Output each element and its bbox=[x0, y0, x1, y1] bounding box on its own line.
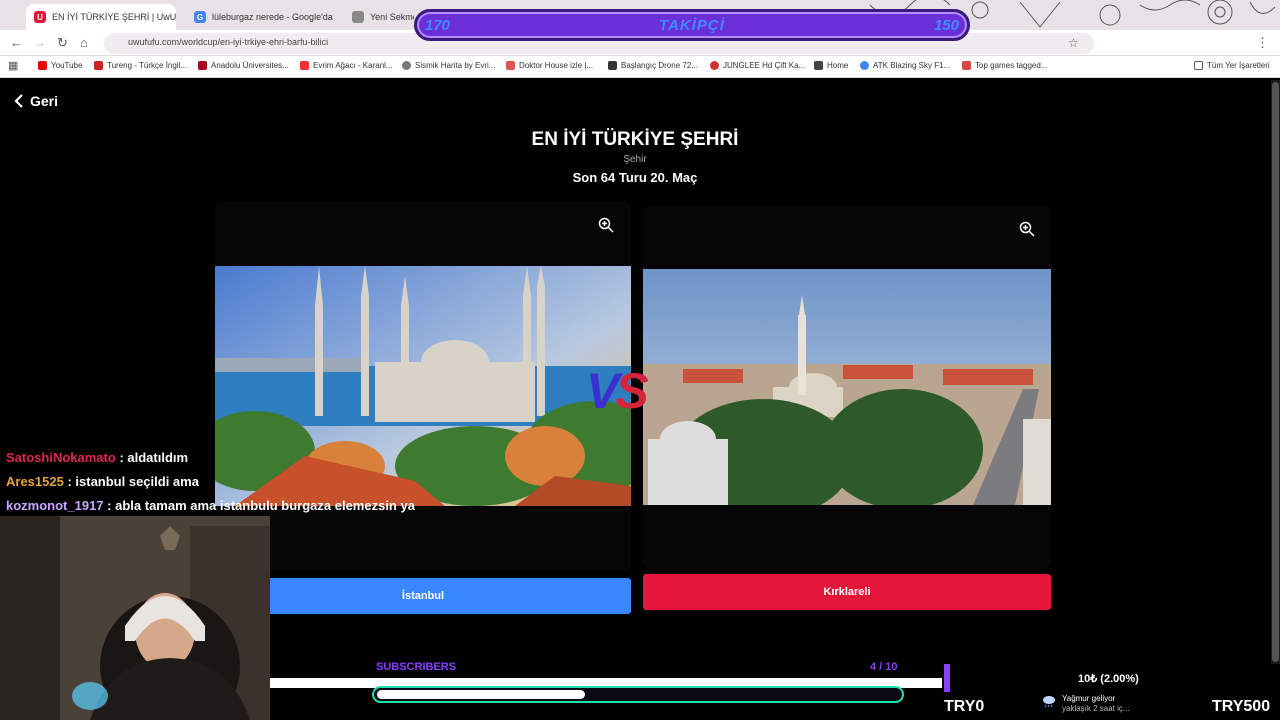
vs-badge: VS bbox=[586, 363, 649, 419]
bookmark-home[interactable]: Home bbox=[814, 61, 848, 70]
menu-icon[interactable]: ⋮ bbox=[1256, 35, 1269, 51]
chevron-left-icon bbox=[14, 94, 23, 108]
donation-indicator bbox=[944, 664, 950, 692]
scrollbar-thumb[interactable] bbox=[1272, 82, 1279, 662]
choose-istanbul-button[interactable]: İstanbul bbox=[215, 578, 631, 614]
webcam-overlay bbox=[0, 516, 270, 720]
page-title: EN İYİ TÜRKİYE ŞEHRİ bbox=[531, 129, 739, 150]
kirklareli-town-image bbox=[643, 269, 1051, 505]
weather-widget[interactable]: Yağmur geliyor yaklaşık 2 saat iç... bbox=[1042, 694, 1130, 714]
home-icon[interactable]: ⌂ bbox=[80, 35, 88, 51]
bookmark-evrim[interactable]: Evrim Ağacı - Karanl... bbox=[300, 61, 393, 70]
subscribers-count: 4 / 10 bbox=[870, 661, 898, 673]
bookmark-anadolu[interactable]: Anadolu Üniversites... bbox=[198, 61, 289, 70]
all-bookmarks-folder[interactable]: Tüm Yer İşaretleri bbox=[1194, 61, 1270, 70]
follower-goal-bar: 170 TAKİPÇİ 150 bbox=[414, 9, 970, 41]
new-tab-favicon-icon bbox=[352, 11, 364, 23]
zoom-in-icon[interactable] bbox=[1019, 221, 1035, 237]
evrim-icon bbox=[300, 61, 309, 70]
tab-uwufufu[interactable]: U EN İYİ TÜRKİYE ŞEHRİ | UwUFUFU ✕ bbox=[26, 4, 176, 30]
subscriber-progress-fill bbox=[377, 690, 585, 699]
youtube-icon bbox=[38, 61, 47, 70]
bookmarks-bar: ▦ YouTube Tureng - Türkçe İngil... Anado… bbox=[0, 56, 1280, 78]
donation-max-label: TRY500 bbox=[1212, 698, 1271, 715]
choose-kirklareli-button[interactable]: Kırklareli bbox=[643, 574, 1051, 610]
top-games-icon bbox=[962, 61, 971, 70]
atk-icon bbox=[860, 61, 869, 70]
donation-goal: 10₺ (2.00%) bbox=[944, 664, 1280, 692]
close-tab-icon[interactable]: ✕ bbox=[333, 12, 338, 23]
right-choice-card[interactable] bbox=[643, 205, 1051, 569]
drone-icon bbox=[608, 61, 617, 70]
chat-message: Ares1525 : istanbul seçildi ama bbox=[6, 474, 199, 489]
google-favicon-icon: G bbox=[194, 11, 206, 23]
junglee-icon bbox=[710, 61, 719, 70]
sismik-icon bbox=[402, 61, 411, 70]
tab-new[interactable]: Yeni Sekme bbox=[344, 4, 414, 30]
page-scrollbar[interactable] bbox=[1271, 80, 1280, 664]
subscriber-progress-bar bbox=[372, 686, 904, 703]
bookmark-junglee[interactable]: JUNGLEE Hd Çift Ka... bbox=[710, 61, 805, 70]
bookmark-atk[interactable]: ATK Blazing Sky F1... bbox=[860, 61, 950, 70]
left-choice-card[interactable] bbox=[215, 201, 631, 571]
bookmark-sismik[interactable]: Sismik Harita by Evri... bbox=[402, 61, 495, 70]
bookmark-top-games[interactable]: Top games tagged... bbox=[962, 61, 1048, 70]
forward-arrow-icon[interactable]: → bbox=[33, 35, 46, 51]
uwufufu-favicon-icon: U bbox=[34, 11, 46, 23]
apps-grid-icon[interactable]: ▦ bbox=[8, 58, 18, 74]
folder-icon bbox=[1194, 61, 1203, 70]
category-label: Şehir bbox=[623, 154, 647, 165]
subscribers-label: SUBSCRIBERS bbox=[376, 661, 457, 673]
chat-message: SatoshiNokamato : aldatıldım bbox=[6, 450, 189, 465]
reload-icon[interactable]: ↻ bbox=[57, 35, 68, 51]
tureng-icon bbox=[94, 61, 103, 70]
donation-min-label: TRY0 bbox=[944, 698, 985, 715]
round-label: Son 64 Turu 20. Maç bbox=[572, 170, 698, 185]
rain-cloud-icon bbox=[1043, 696, 1055, 708]
back-link[interactable]: Geri bbox=[14, 93, 58, 109]
webcam-streamer-image bbox=[0, 516, 270, 720]
bookmark-star-icon[interactable]: ☆ bbox=[1068, 35, 1079, 51]
bookmark-doktor-house[interactable]: Doktor House izle |... bbox=[506, 61, 593, 70]
istanbul-mosque-image bbox=[215, 266, 631, 506]
tab-google[interactable]: G lüleburgaz nerede - Google'da ✕ bbox=[186, 4, 338, 30]
chat-message: kozmonot_1917 : abla tamam ama istanbulu… bbox=[6, 498, 415, 513]
bookmark-drone[interactable]: Başlangıç Drone 72... bbox=[608, 61, 698, 70]
bookmark-tureng[interactable]: Tureng - Türkçe İngil... bbox=[94, 61, 187, 70]
anadolu-icon bbox=[198, 61, 207, 70]
home-bookmark-icon bbox=[814, 61, 823, 70]
bookmark-youtube[interactable]: YouTube bbox=[38, 61, 82, 70]
doktor-house-icon bbox=[506, 61, 515, 70]
back-arrow-icon[interactable]: ← bbox=[10, 35, 23, 51]
zoom-in-icon[interactable] bbox=[598, 217, 614, 233]
